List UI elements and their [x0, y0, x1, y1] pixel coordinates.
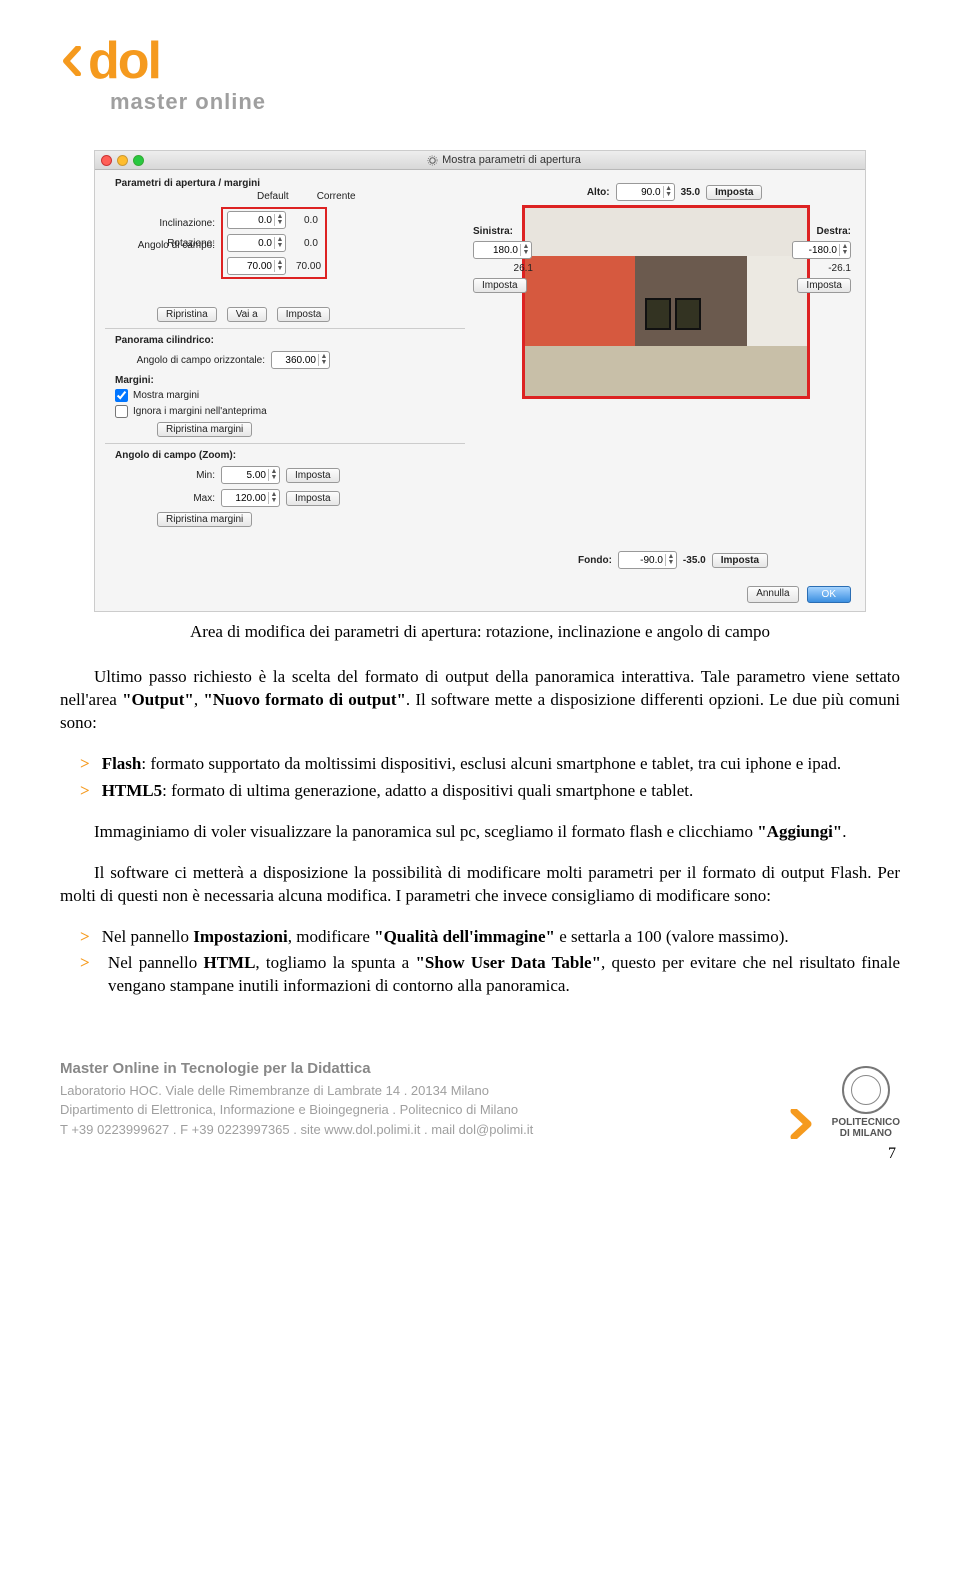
inclinazione-current: 0.0	[304, 238, 318, 249]
footer: Master Online in Tecnologie per la Didat…	[60, 1058, 900, 1139]
inclinazione-default-spinner[interactable]: ▲▼	[227, 234, 286, 252]
destra-imposta[interactable]: Imposta	[797, 278, 851, 293]
bullet-icon: >	[80, 927, 102, 946]
bullet-icon: >	[80, 953, 102, 972]
close-icon[interactable]	[101, 155, 112, 166]
alto-label: Alto:	[570, 187, 610, 198]
zoom-max-imposta[interactable]: Imposta	[286, 491, 340, 506]
angolo-current: 70.00	[296, 261, 321, 272]
window-title: Mostra parametri di apertura	[442, 154, 581, 166]
body-text: Ultimo passo richiesto è la scelta del f…	[60, 666, 900, 998]
fondo-imposta[interactable]: Imposta	[712, 553, 768, 568]
zoom-max-spinner[interactable]: ▲▼	[221, 489, 280, 507]
fondo-val2: -35.0	[683, 555, 706, 566]
window-titlebar: Mostra parametri di apertura	[95, 151, 865, 170]
minimize-icon[interactable]	[117, 155, 128, 166]
zoom-icon[interactable]	[133, 155, 144, 166]
horiz-spinner[interactable]: ▲▼	[271, 351, 330, 369]
horiz-label: Angolo di campo orizzontale:	[105, 355, 265, 366]
cilindrico-title: Panorama cilindrico:	[115, 335, 465, 346]
ripristina-margini-button[interactable]: Ripristina margini	[157, 422, 252, 437]
sinistra-spinner[interactable]: ▲▼	[473, 241, 532, 259]
zoom-max-label: Max:	[105, 493, 215, 504]
ignora-margini-label: Ignora i margini nell'anteprima	[133, 406, 267, 417]
chevron-right-icon	[788, 1109, 814, 1139]
panorama-preview	[522, 205, 810, 399]
bullet-icon: >	[80, 754, 102, 773]
vaia-button[interactable]: Vai a	[227, 307, 267, 322]
ok-button[interactable]: OK	[807, 586, 851, 603]
page-number: 7	[60, 1145, 900, 1163]
sinistra-val2: 26.1	[473, 263, 533, 274]
angolo-default-spinner[interactable]: ▲▼	[227, 257, 286, 275]
group-title-main: Parametri di apertura / margini	[115, 178, 465, 189]
mostra-margini-checkbox[interactable]	[115, 389, 128, 402]
sinistra-imposta[interactable]: Imposta	[473, 278, 527, 293]
brand-text: dol	[88, 35, 160, 87]
footer-title: Master Online in Tecnologie per la Didat…	[60, 1058, 533, 1081]
destra-spinner[interactable]: ▲▼	[792, 241, 851, 259]
footer-line3: T +39 0223999627 . F +39 0223997365 . si…	[60, 1120, 533, 1140]
tagline: master online	[110, 89, 900, 115]
col-default: Default	[257, 191, 289, 202]
ripristina-button[interactable]: Ripristina	[157, 307, 217, 322]
footer-line1: Laboratorio HOC. Viale delle Rimembranze…	[60, 1081, 533, 1101]
angolo-label: Angolo di campo:	[105, 240, 215, 251]
polimi-logo: POLITECNICO DI MILANO	[832, 1066, 900, 1139]
chevron-left-icon	[60, 46, 82, 76]
fondo-label: Fondo:	[564, 555, 612, 566]
annulla-button[interactable]: Annulla	[747, 586, 798, 603]
mostra-margini-label: Mostra margini	[133, 390, 199, 401]
header-logo: dol master online	[60, 35, 900, 115]
destra-label: Destra:	[791, 226, 851, 237]
figure-caption: Area di modifica dei parametri di apertu…	[60, 622, 900, 642]
alto-val2: 35.0	[681, 187, 700, 198]
ignora-margini-checkbox[interactable]	[115, 405, 128, 418]
screenshot-panel: Mostra parametri di apertura Parametri d…	[94, 150, 866, 612]
imposta-button[interactable]: Imposta	[277, 307, 331, 322]
rotazione-current: 0.0	[304, 215, 318, 226]
destra-val2: -26.1	[791, 263, 851, 274]
zoom-title: Angolo di campo (Zoom):	[115, 450, 465, 461]
inclinazione-label: Inclinazione:	[105, 218, 215, 229]
zoom-min-spinner[interactable]: ▲▼	[221, 466, 280, 484]
rotazione-default-spinner[interactable]: ▲▼	[227, 211, 286, 229]
alto-imposta[interactable]: Imposta	[706, 185, 762, 200]
zoom-ripristina-button[interactable]: Ripristina margini	[157, 512, 252, 527]
bullet-icon: >	[80, 781, 102, 800]
alto-spinner[interactable]: ▲▼	[616, 183, 675, 201]
margini-label: Margini:	[115, 375, 465, 386]
fondo-spinner[interactable]: ▲▼	[618, 551, 677, 569]
sinistra-label: Sinistra:	[473, 226, 533, 237]
footer-line2: Dipartimento di Elettronica, Informazion…	[60, 1100, 533, 1120]
zoom-min-label: Min:	[105, 470, 215, 481]
col-current: Corrente	[317, 191, 356, 202]
zoom-min-imposta[interactable]: Imposta	[286, 468, 340, 483]
gear-icon	[427, 155, 438, 166]
